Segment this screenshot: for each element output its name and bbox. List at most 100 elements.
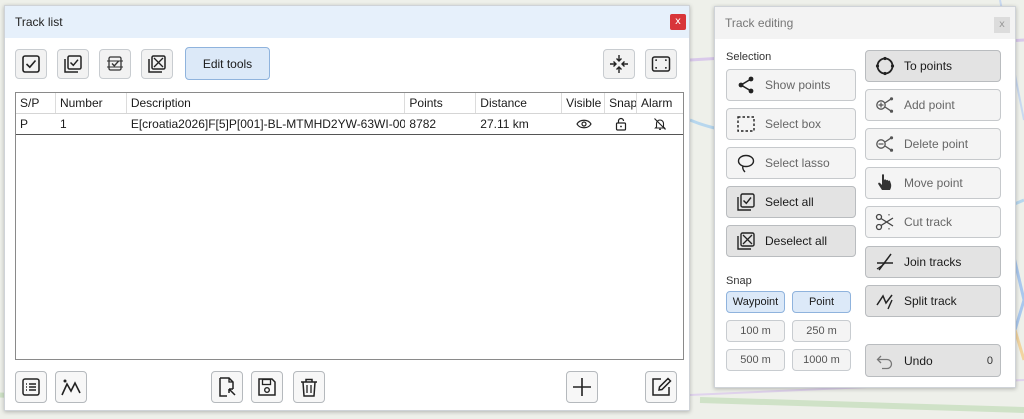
join-icon xyxy=(874,251,896,273)
list-view-button[interactable] xyxy=(15,371,47,403)
save-button[interactable] xyxy=(251,371,283,403)
snap-point-toggle[interactable]: Point xyxy=(792,291,851,313)
hand-pointer-icon xyxy=(874,172,896,194)
table-row[interactable]: P 1 E[croatia2026]F[5]P[001]-BL-MTMHD2YW… xyxy=(16,114,683,135)
track-list-title: Track list xyxy=(15,15,63,29)
nodes-icon xyxy=(735,74,757,96)
snap-250m-toggle[interactable]: 250 m xyxy=(792,320,851,342)
cell-points: 8782 xyxy=(409,117,437,131)
check-all-button[interactable] xyxy=(57,49,89,79)
check-layered-button[interactable] xyxy=(99,49,131,79)
collapse-button[interactable] xyxy=(603,49,635,79)
to-points-button[interactable]: To points xyxy=(865,50,1001,82)
track-table: S/P Number Description Points Distance V… xyxy=(15,92,684,360)
select-lasso-label: Select lasso xyxy=(765,156,830,170)
track-editing-panel: Track editing x Selection Show points Se… xyxy=(714,6,1016,388)
layered-check-icon xyxy=(107,56,123,71)
lock-open-icon xyxy=(615,117,627,131)
column-header-number[interactable]: Number xyxy=(56,93,127,113)
column-header-sp[interactable]: S/P xyxy=(16,93,56,113)
close-icon[interactable]: x xyxy=(670,14,686,30)
cell-number: 1 xyxy=(59,117,67,131)
add-point-label: Add point xyxy=(904,98,955,112)
select-box-label: Select box xyxy=(765,117,822,131)
elevation-icon xyxy=(61,379,81,396)
move-point-button[interactable]: Move point xyxy=(865,167,1001,199)
show-points-button[interactable]: Show points xyxy=(726,69,856,101)
alarm-toggle[interactable] xyxy=(637,114,683,134)
import-file-button[interactable] xyxy=(211,371,243,403)
edit-tools-button[interactable]: Edit tools xyxy=(185,47,270,80)
lasso-icon xyxy=(735,152,757,174)
cell-description: E[croatia2026]F[5]P[001]-BL-MTMHD2YW-63W… xyxy=(130,117,406,131)
select-lasso-button[interactable]: Select lasso xyxy=(726,147,856,179)
move-point-label: Move point xyxy=(904,176,963,190)
column-header-points[interactable]: Points xyxy=(405,93,477,113)
delete-point-icon xyxy=(874,133,896,155)
multi-checkbox-icon xyxy=(64,55,82,73)
bell-off-icon xyxy=(654,118,666,130)
circle-points-icon xyxy=(874,55,896,77)
column-header-description[interactable]: Description xyxy=(127,93,406,113)
uncheck-box-icon xyxy=(148,55,166,73)
undo-label: Undo xyxy=(904,353,933,368)
undo-count: 0 xyxy=(986,354,993,367)
visible-toggle[interactable] xyxy=(562,114,605,134)
check-visible-button[interactable] xyxy=(15,49,47,79)
show-points-label: Show points xyxy=(765,78,831,92)
column-header-distance[interactable]: Distance xyxy=(476,93,563,113)
join-tracks-button[interactable]: Join tracks xyxy=(865,246,1001,278)
list-icon xyxy=(22,378,40,396)
deselect-all-label: Deselect all xyxy=(765,234,828,248)
file-import-icon xyxy=(219,377,236,397)
deselect-all-button[interactable]: Deselect all xyxy=(726,225,856,257)
snap-toggle[interactable] xyxy=(605,114,637,134)
snap-100m-toggle[interactable]: 100 m xyxy=(726,320,785,342)
dashed-box-icon xyxy=(735,113,757,135)
select-all-label: Select all xyxy=(765,195,814,209)
add-point-button[interactable]: Add point xyxy=(865,89,1001,121)
elevation-profile-button[interactable] xyxy=(55,371,87,403)
edit-track-button[interactable] xyxy=(645,371,677,403)
close-icon[interactable]: x xyxy=(994,17,1010,33)
track-list-titlebar[interactable]: Track list x xyxy=(5,6,689,38)
to-points-label: To points xyxy=(904,59,953,73)
trash-icon xyxy=(301,378,317,397)
add-point-icon xyxy=(874,94,896,116)
save-icon xyxy=(258,378,276,396)
delete-point-label: Delete point xyxy=(904,137,969,151)
track-editing-title: Track editing xyxy=(725,16,794,30)
edit-icon xyxy=(652,377,672,396)
add-track-button[interactable] xyxy=(566,371,598,403)
cut-track-label: Cut track xyxy=(904,215,953,229)
join-tracks-label: Join tracks xyxy=(904,255,962,269)
delete-point-button[interactable]: Delete point xyxy=(865,128,1001,160)
selection-label: Selection xyxy=(726,51,772,63)
column-header-snap[interactable]: Snap xyxy=(605,93,638,113)
snap-500m-toggle[interactable]: 500 m xyxy=(726,349,785,371)
split-icon xyxy=(874,290,896,312)
delete-button[interactable] xyxy=(293,371,325,403)
cell-distance: 27.11 km xyxy=(480,117,529,131)
select-box-button[interactable]: Select box xyxy=(726,108,856,140)
uncheck-all-button[interactable] xyxy=(141,49,173,79)
undo-button[interactable]: Undo 0 xyxy=(865,344,1001,377)
scissors-icon xyxy=(874,211,896,233)
fit-frame-icon xyxy=(651,56,671,72)
cut-track-button[interactable]: Cut track xyxy=(865,206,1001,238)
track-editing-titlebar[interactable]: Track editing x xyxy=(715,7,1015,39)
collapse-arrows-icon xyxy=(610,55,628,73)
cell-sp: P xyxy=(20,117,29,131)
plus-icon xyxy=(573,378,591,396)
undo-icon xyxy=(874,350,896,372)
fit-view-button[interactable] xyxy=(645,49,677,79)
column-header-alarm[interactable]: Alarm xyxy=(637,93,683,113)
split-track-button[interactable]: Split track xyxy=(865,285,1001,317)
table-header: S/P Number Description Points Distance V… xyxy=(16,93,683,114)
snap-waypoint-toggle[interactable]: Waypoint xyxy=(726,291,785,313)
select-all-button[interactable]: Select all xyxy=(726,186,856,218)
column-header-visible[interactable]: Visible xyxy=(562,93,606,113)
snap-1000m-toggle[interactable]: 1000 m xyxy=(792,349,851,371)
split-track-label: Split track xyxy=(904,294,957,308)
checkbox-icon xyxy=(735,191,757,213)
